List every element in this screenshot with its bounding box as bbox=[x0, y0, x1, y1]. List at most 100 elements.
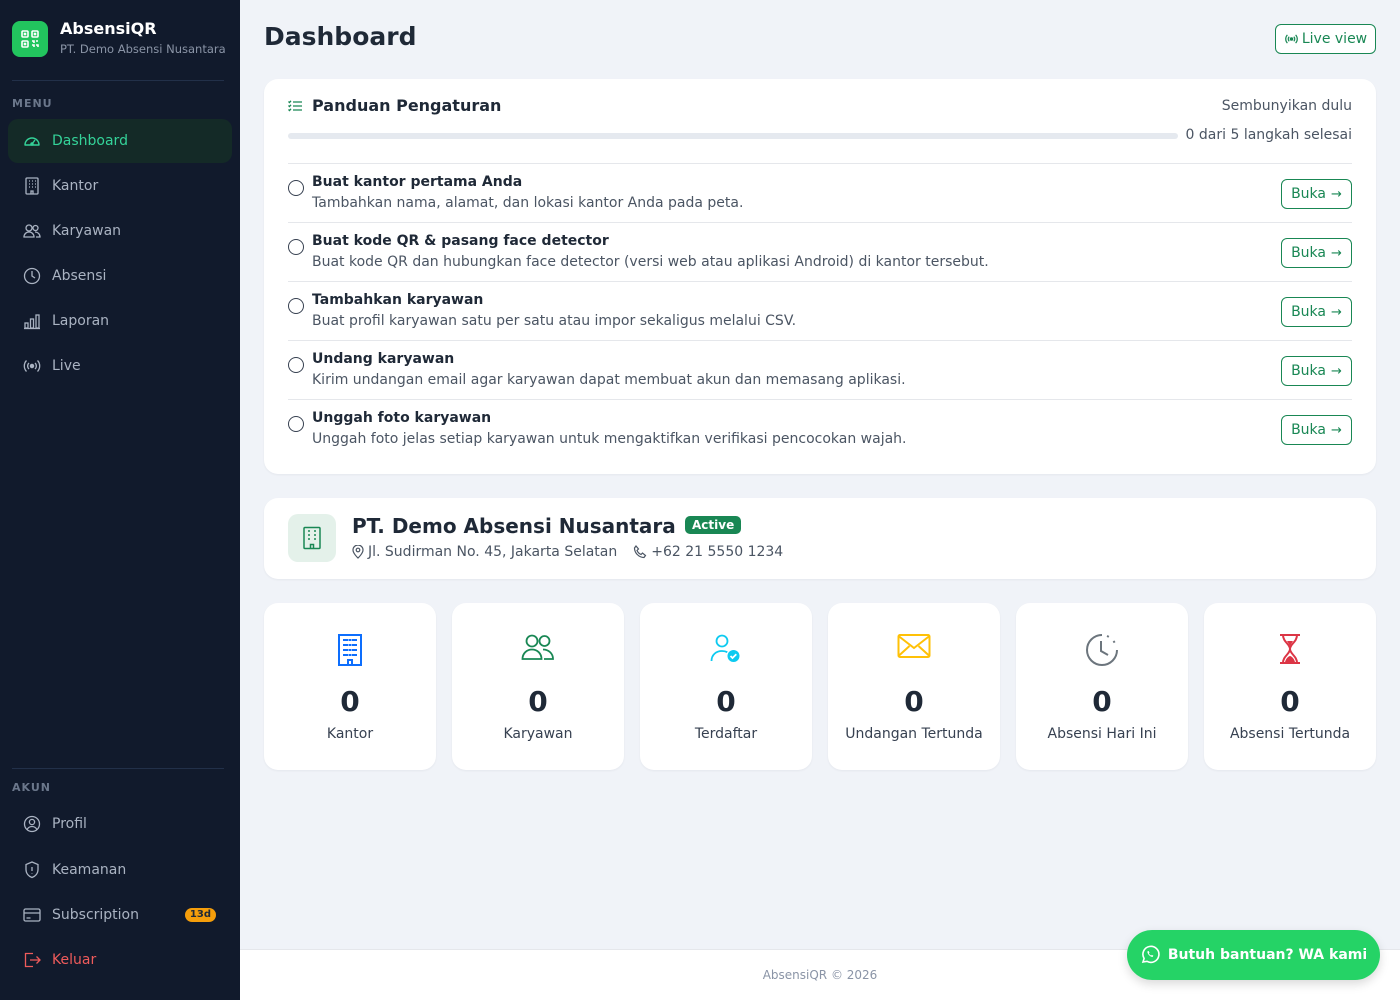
person-check-icon bbox=[640, 633, 812, 665]
setup-progress-bar bbox=[288, 133, 1178, 139]
open-step-label: Buka bbox=[1291, 304, 1326, 320]
open-step-label: Buka bbox=[1291, 363, 1326, 379]
company-card: PT. Demo Absensi Nusantara Active Jl. Su… bbox=[264, 498, 1376, 579]
broadcast-icon bbox=[22, 356, 42, 376]
qr-code-logo-icon bbox=[12, 21, 48, 57]
step-title: Unggah foto karyawan bbox=[312, 410, 492, 426]
shield-icon bbox=[22, 860, 42, 880]
user-circle-icon bbox=[22, 814, 42, 834]
sidebar-item-label: Laporan bbox=[52, 313, 110, 329]
live-view-label: Live view bbox=[1301, 31, 1368, 47]
menu-section-label: MENU bbox=[12, 97, 53, 110]
arrow-right-icon: → bbox=[1331, 245, 1342, 261]
sidebar-item-subscription[interactable]: Subscription 13d bbox=[8, 893, 232, 937]
step-description: Tambahkan nama, alamat, dan lokasi kanto… bbox=[312, 195, 744, 211]
arrow-right-icon: → bbox=[1331, 304, 1342, 320]
company-phone: +62 21 5550 1234 bbox=[651, 544, 784, 560]
map-pin-icon bbox=[352, 545, 364, 559]
brand-company: PT. Demo Absensi Nusantara bbox=[60, 42, 226, 56]
open-step-button[interactable]: Buka → bbox=[1281, 297, 1352, 327]
sidebar-item-laporan[interactable]: Laporan bbox=[8, 299, 232, 343]
open-step-button[interactable]: Buka → bbox=[1281, 415, 1352, 445]
page-title: Dashboard bbox=[264, 22, 417, 51]
stat-value: 0 bbox=[340, 685, 360, 718]
company-meta: Jl. Sudirman No. 45, Jakarta Selatan +62… bbox=[352, 544, 783, 560]
logout-icon bbox=[22, 950, 42, 970]
stat-label: Terdaftar bbox=[694, 726, 758, 742]
stat-value: 0 bbox=[1280, 685, 1300, 718]
open-step-button[interactable]: Buka → bbox=[1281, 179, 1352, 209]
sidebar-item-karyawan[interactable]: Karyawan bbox=[8, 209, 232, 253]
step-description: Buat kode QR dan hubungkan face detector… bbox=[312, 254, 989, 270]
setup-guide-heading: Panduan Pengaturan bbox=[288, 96, 501, 115]
sidebar-item-absensi[interactable]: Absensi bbox=[8, 254, 232, 298]
sidebar-divider bbox=[12, 768, 224, 769]
open-step-button[interactable]: Buka → bbox=[1281, 238, 1352, 268]
people-icon bbox=[22, 221, 42, 241]
stat-card-terdaftar: 0 Terdaftar bbox=[640, 603, 812, 770]
sidebar-item-dashboard[interactable]: Dashboard bbox=[8, 119, 232, 163]
status-badge: Active bbox=[685, 516, 742, 534]
stat-value: 0 bbox=[716, 685, 736, 718]
step-status-circle bbox=[288, 298, 304, 314]
step-description: Buat profil karyawan satu per satu atau … bbox=[312, 313, 797, 329]
arrow-right-icon: → bbox=[1331, 363, 1342, 379]
envelope-icon bbox=[828, 633, 1000, 659]
sidebar-item-label: Live bbox=[52, 358, 81, 374]
step-title: Tambahkan karyawan bbox=[312, 292, 484, 308]
sidebar-item-profil[interactable]: Profil bbox=[8, 802, 232, 846]
setup-guide-card: Panduan Pengaturan Sembunyikan dulu 0 da… bbox=[264, 79, 1376, 474]
step-title: Undang karyawan bbox=[312, 351, 455, 367]
speedometer-icon bbox=[22, 131, 42, 151]
sidebar-item-label: Keamanan bbox=[52, 862, 127, 878]
sidebar-item-kantor[interactable]: Kantor bbox=[8, 164, 232, 208]
sidebar-item-keluar[interactable]: Keluar bbox=[8, 938, 232, 982]
building-icon bbox=[22, 176, 42, 196]
stat-value: 0 bbox=[528, 685, 548, 718]
brand[interactable]: AbsensiQR PT. Demo Absensi Nusantara bbox=[12, 20, 226, 58]
open-step-button[interactable]: Buka → bbox=[1281, 356, 1352, 386]
open-step-label: Buka bbox=[1291, 422, 1326, 438]
stat-value: 0 bbox=[904, 685, 924, 718]
arrow-right-icon: → bbox=[1331, 422, 1342, 438]
sidebar-item-label: Subscription bbox=[52, 907, 139, 923]
open-step-label: Buka bbox=[1291, 245, 1326, 261]
credit-card-icon bbox=[22, 905, 42, 925]
stat-label: Kantor bbox=[326, 726, 374, 742]
clock-history-icon bbox=[1016, 633, 1188, 667]
building-icon bbox=[288, 514, 336, 562]
step-status-circle bbox=[288, 416, 304, 432]
step-description: Unggah foto jelas setiap karyawan untuk … bbox=[312, 431, 907, 447]
account-section-label: AKUN bbox=[12, 781, 51, 794]
live-view-button[interactable]: Live view bbox=[1275, 24, 1376, 54]
whatsapp-help-button[interactable]: Butuh bantuan? WA kami bbox=[1127, 930, 1380, 980]
step-description: Kirim undangan email agar karyawan dapat… bbox=[312, 372, 906, 388]
phone-icon bbox=[634, 545, 647, 559]
sidebar: AbsensiQR PT. Demo Absensi Nusantara MEN… bbox=[0, 0, 240, 1000]
brand-name: AbsensiQR bbox=[60, 19, 157, 38]
setup-step: Unggah foto karyawan Unggah foto jelas s… bbox=[288, 399, 1352, 458]
sidebar-divider bbox=[12, 80, 224, 81]
sidebar-item-label: Karyawan bbox=[52, 223, 122, 239]
sidebar-item-keamanan[interactable]: Keamanan bbox=[8, 848, 232, 892]
hourglass-icon bbox=[1204, 633, 1376, 665]
step-status-circle bbox=[288, 239, 304, 255]
step-title: Buat kantor pertama Anda bbox=[312, 174, 523, 190]
broadcast-icon bbox=[1285, 34, 1298, 44]
hide-guide-link[interactable]: Sembunyikan dulu bbox=[1222, 98, 1352, 114]
company-address: Jl. Sudirman No. 45, Jakarta Selatan bbox=[368, 544, 618, 560]
setup-step: Buat kode QR & pasang face detector Buat… bbox=[288, 222, 1352, 281]
stat-card-kantor: 0 Kantor bbox=[264, 603, 436, 770]
company-name: PT. Demo Absensi Nusantara bbox=[352, 514, 676, 538]
whatsapp-help-label: Butuh bantuan? WA kami bbox=[1167, 947, 1368, 963]
whatsapp-icon bbox=[1141, 945, 1160, 964]
stat-value: 0 bbox=[1092, 685, 1112, 718]
clock-icon bbox=[22, 266, 42, 286]
list-check-icon bbox=[288, 99, 302, 111]
sidebar-item-live[interactable]: Live bbox=[8, 344, 232, 388]
stat-card-undangan-tertunda: 0 Undangan Tertunda bbox=[828, 603, 1000, 770]
open-step-label: Buka bbox=[1291, 186, 1326, 202]
stat-card-absensi-hari-ini: 0 Absensi Hari Ini bbox=[1016, 603, 1188, 770]
setup-progress-text: 0 dari 5 langkah selesai bbox=[1185, 127, 1352, 143]
people-icon bbox=[452, 633, 624, 661]
